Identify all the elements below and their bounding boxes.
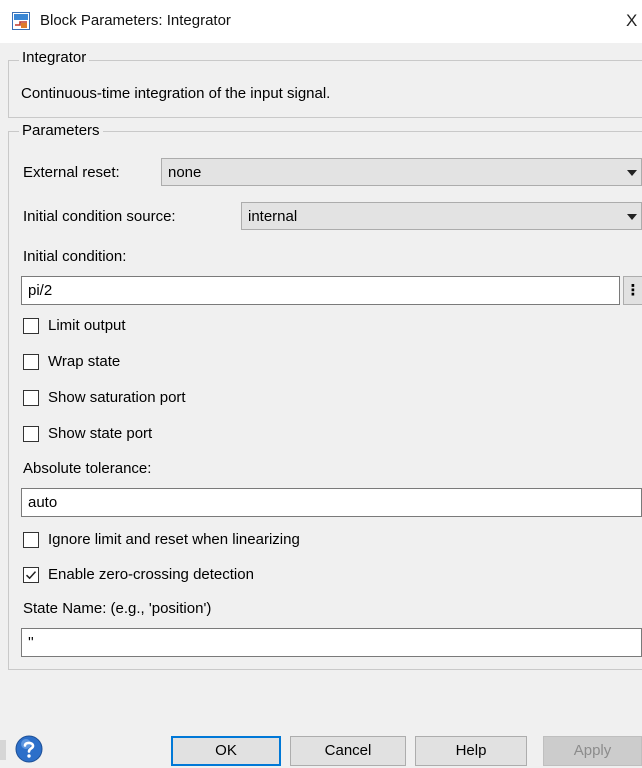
checkbox-box[interactable] (23, 390, 39, 406)
checkbox-label: Show saturation port (48, 389, 186, 406)
checkbox-box[interactable] (23, 567, 39, 583)
more-options-button[interactable]: ⋮ (623, 276, 642, 305)
divider (0, 740, 6, 760)
ic-source-value: internal (248, 208, 298, 225)
state-name-input[interactable] (22, 629, 641, 656)
ic-source-label: Initial condition source: (23, 208, 176, 225)
close-icon[interactable]: X (626, 11, 637, 31)
initial-condition-field[interactable] (21, 276, 620, 305)
checkbox-label: Enable zero-crossing detection (48, 566, 254, 583)
dropdown-arrow-icon (627, 214, 637, 220)
apply-button: Apply (543, 736, 642, 766)
absolute-tolerance-label: Absolute tolerance: (23, 460, 152, 477)
block-description: Continuous-time integration of the input… (21, 85, 331, 102)
block-group-legend: Integrator (19, 49, 90, 66)
checkbox-label: Ignore limit and reset when linearizing (48, 531, 300, 548)
checkbox-box[interactable] (23, 354, 39, 370)
title-bar: Block Parameters: Integrator X (0, 0, 642, 43)
simulink-block-icon (12, 12, 30, 30)
checkbox-box[interactable] (23, 426, 39, 442)
checkbox-label: Limit output (48, 317, 126, 334)
checkbox-box[interactable] (23, 532, 39, 548)
state-name-field[interactable] (21, 628, 642, 657)
external-reset-label: External reset: (23, 164, 120, 181)
absolute-tolerance-field[interactable] (21, 488, 642, 517)
help-button[interactable]: Help (415, 736, 527, 766)
show-saturation-port-checkbox[interactable]: Show saturation port (23, 388, 423, 410)
show-state-port-checkbox[interactable]: Show state port (23, 424, 423, 446)
ok-button[interactable]: OK (171, 736, 281, 766)
help-icon[interactable] (14, 734, 44, 764)
wrap-state-checkbox[interactable]: Wrap state (23, 352, 423, 374)
initial-condition-label: Initial condition: (23, 248, 127, 265)
state-name-label: State Name: (e.g., 'position') (23, 600, 212, 617)
ignore-limit-checkbox[interactable]: Ignore limit and reset when linearizing (23, 530, 473, 552)
window-title: Block Parameters: Integrator (40, 12, 231, 29)
checkbox-box[interactable] (23, 318, 39, 334)
dropdown-arrow-icon (627, 170, 637, 176)
checkbox-label: Wrap state (48, 353, 121, 370)
ic-source-select[interactable]: internal (241, 202, 642, 230)
zero-crossing-checkbox[interactable]: Enable zero-crossing detection (23, 565, 473, 587)
external-reset-select[interactable]: none (161, 158, 642, 186)
parameters-group-legend: Parameters (19, 122, 103, 139)
cancel-button[interactable]: Cancel (290, 736, 406, 766)
absolute-tolerance-input[interactable] (22, 489, 641, 516)
checkbox-label: Show state port (48, 425, 153, 442)
initial-condition-input[interactable] (22, 277, 619, 304)
checkmark-icon (25, 571, 37, 580)
limit-output-checkbox[interactable]: Limit output (23, 316, 423, 338)
external-reset-value: none (168, 164, 202, 181)
